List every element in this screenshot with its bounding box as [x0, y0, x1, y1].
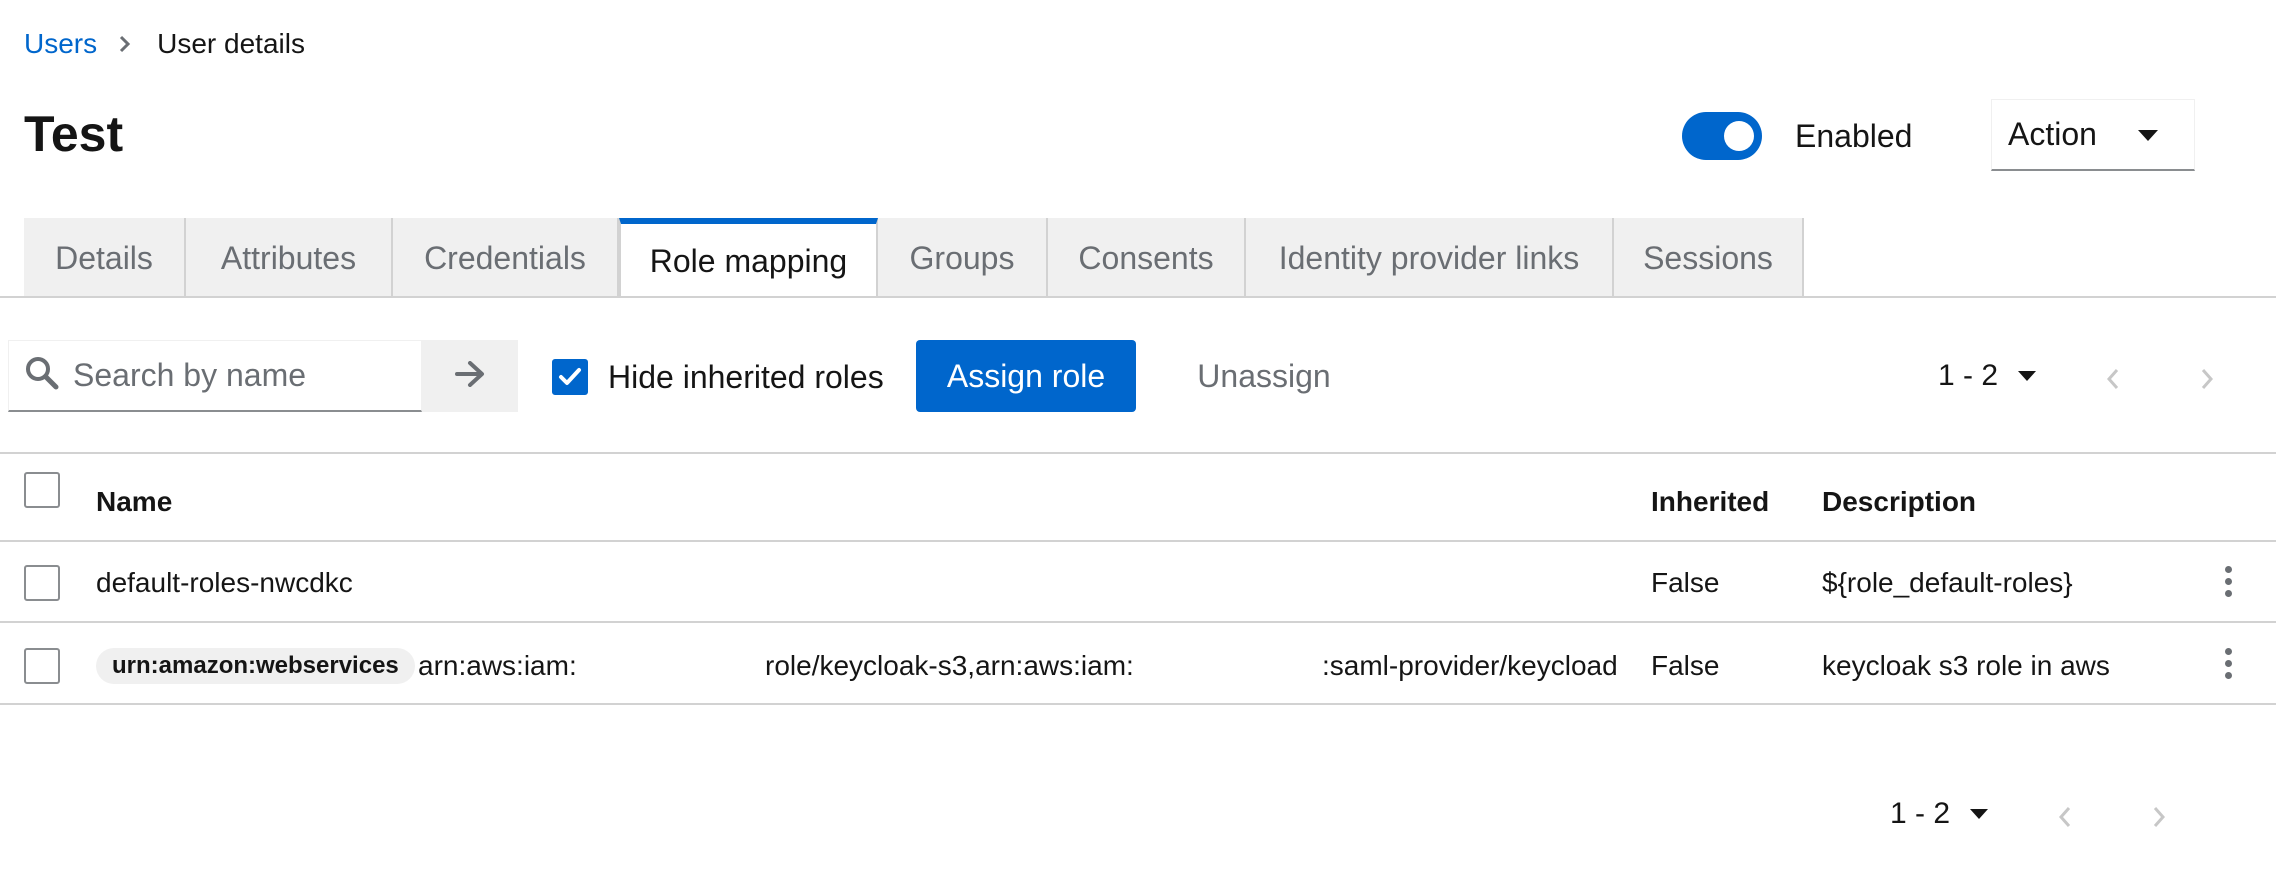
hide-inherited-checkbox[interactable] — [552, 359, 588, 395]
next-page-button[interactable] — [2200, 364, 2214, 398]
pagination-range-toggle[interactable]: 1 - 2 — [1938, 359, 2037, 393]
previous-page-button[interactable] — [2106, 364, 2120, 398]
toggle-knob — [1724, 121, 1754, 151]
next-page-button[interactable] — [2152, 802, 2166, 836]
table-bottom-border — [0, 703, 2276, 705]
chevron-right-icon — [2201, 369, 2214, 389]
tab-label: Sessions — [1643, 239, 1773, 276]
unassign-button[interactable]: Unassign — [1180, 340, 1348, 412]
tab-label: Details — [55, 239, 153, 276]
breadcrumb: Users User details — [24, 24, 305, 64]
search-box[interactable] — [8, 340, 423, 412]
row-checkbox[interactable] — [24, 648, 60, 684]
pagination-top: 1 - 2 — [1938, 356, 2238, 396]
kebab-menu-icon[interactable] — [2220, 648, 2236, 679]
tab-details[interactable]: Details — [24, 218, 186, 298]
tab-label: Attributes — [220, 239, 357, 276]
tab-label: Identity provider links — [1278, 239, 1580, 276]
select-all-checkbox[interactable] — [24, 472, 60, 508]
table-header-border — [0, 540, 2276, 542]
tab-credentials[interactable]: Credentials — [393, 218, 619, 298]
role-name-part: arn:aws:iam: — [418, 650, 577, 681]
hide-inherited-label: Hide inherited roles — [608, 358, 884, 395]
caret-down-icon — [1970, 809, 1989, 819]
check-icon — [559, 368, 581, 385]
client-badge: urn:amazon:webservices — [96, 648, 415, 684]
role-description: keycloak s3 role in aws — [1822, 650, 2110, 681]
previous-page-button[interactable] — [2058, 802, 2072, 836]
tab-label: Role mapping — [649, 242, 848, 279]
role-inherited: False — [1651, 650, 1720, 681]
search-group — [8, 340, 518, 412]
role-inherited: False — [1651, 567, 1720, 598]
chevron-left-icon — [2106, 369, 2119, 389]
caret-down-icon — [2018, 371, 2037, 381]
breadcrumb-current: User details — [157, 28, 305, 59]
role-description: ${role_default-roles} — [1822, 567, 2073, 598]
column-header-description: Description — [1822, 486, 1977, 517]
breadcrumb-users-link[interactable]: Users — [24, 28, 97, 60]
role-name: default-roles-nwcdkc — [96, 567, 353, 598]
tab-label: Consents — [1078, 239, 1214, 276]
pagination-range: 1 - 2 — [1890, 797, 1951, 830]
enabled-label: Enabled — [1795, 118, 1913, 154]
row-checkbox[interactable] — [24, 565, 60, 601]
tab-identity-provider-links[interactable]: Identity provider links — [1246, 218, 1614, 298]
arrow-right-icon — [455, 360, 485, 392]
kebab-menu-icon[interactable] — [2220, 566, 2236, 597]
pagination-range: 1 - 2 — [1938, 359, 1999, 392]
tab-label: Credentials — [424, 239, 586, 276]
action-dropdown[interactable]: Action — [1991, 99, 2195, 171]
tab-consents[interactable]: Consents — [1048, 218, 1246, 298]
enabled-toggle[interactable] — [1682, 112, 1762, 160]
role-name-part: :saml-provider/keycload — [1322, 650, 1618, 681]
chevron-right-icon — [2153, 807, 2166, 827]
action-dropdown-label: Action — [2008, 116, 2097, 152]
search-submit-button[interactable] — [422, 340, 518, 412]
tab-role-mapping[interactable]: Role mapping — [619, 218, 878, 300]
tabs-divider — [0, 296, 2276, 298]
hide-inherited-roles: Hide inherited roles — [552, 357, 884, 397]
column-header-name[interactable]: Name — [96, 484, 172, 520]
table-row-border — [0, 621, 2276, 623]
tab-label: Groups — [909, 239, 1015, 276]
tab-groups[interactable]: Groups — [878, 218, 1048, 298]
search-icon — [25, 356, 59, 395]
page-title: Test — [24, 106, 124, 162]
caret-down-icon — [2138, 130, 2158, 141]
search-input[interactable] — [73, 357, 413, 394]
chevron-right-icon — [119, 35, 131, 53]
user-tabs: Details Attributes Credentials Role mapp… — [24, 218, 1804, 300]
role-name-part: role/keycloak-s3,arn:aws:iam: — [765, 650, 1134, 681]
table-top-border — [0, 452, 2276, 454]
assign-role-button[interactable]: Assign role — [916, 340, 1136, 412]
tab-sessions[interactable]: Sessions — [1614, 218, 1804, 298]
pagination-bottom: 1 - 2 — [1890, 794, 2190, 834]
pagination-range-toggle[interactable]: 1 - 2 — [1890, 797, 1989, 831]
tab-attributes[interactable]: Attributes — [186, 218, 393, 298]
chevron-left-icon — [2058, 807, 2071, 827]
column-header-inherited: Inherited — [1651, 486, 1770, 517]
